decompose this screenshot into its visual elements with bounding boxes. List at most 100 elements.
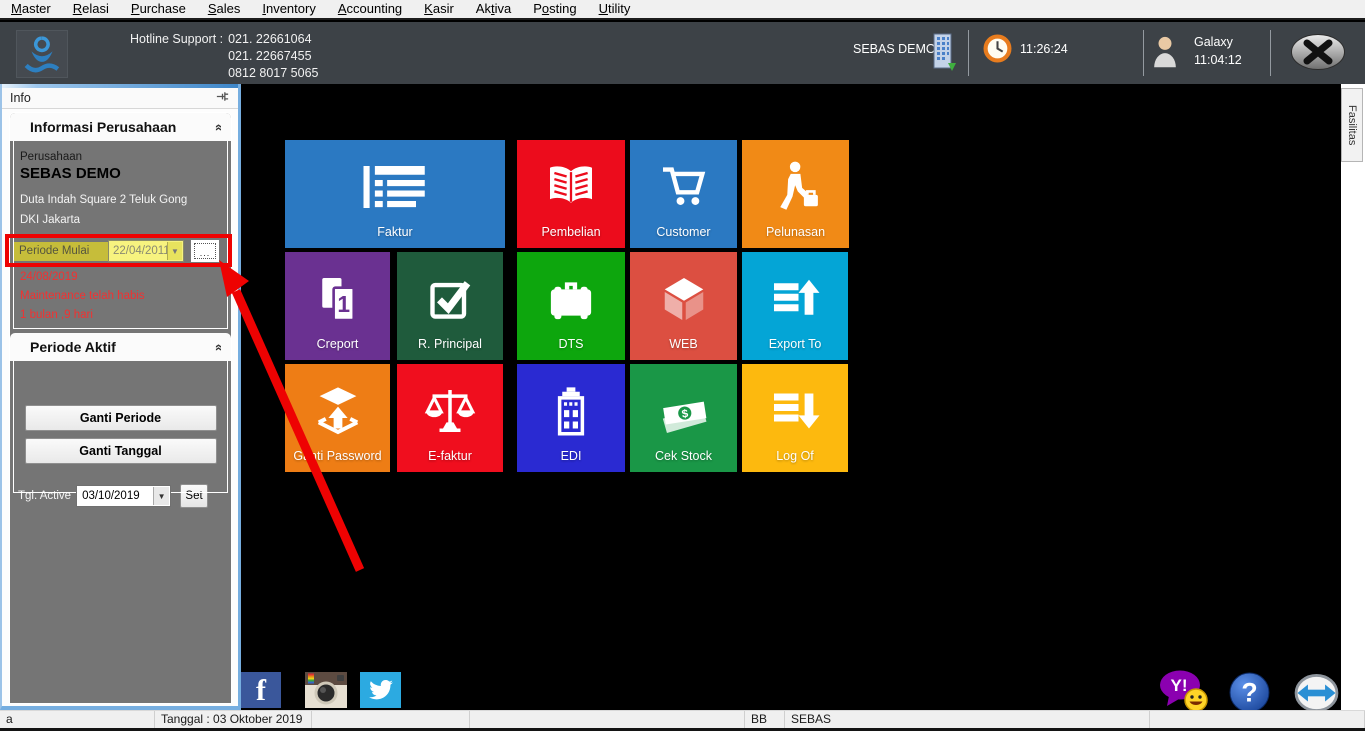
ellipsis-label: ... bbox=[194, 243, 216, 259]
periode-aktif-panel: Periode Aktif » Ganti Periode Ganti Tang… bbox=[10, 333, 231, 508]
tile-label: E-faktur bbox=[428, 449, 472, 472]
tile-customer[interactable]: Customer bbox=[630, 140, 737, 248]
tile-export-to[interactable]: Export To bbox=[742, 252, 848, 360]
periode-browse-button[interactable]: ... bbox=[190, 239, 220, 263]
pin-icon[interactable] bbox=[215, 89, 230, 107]
company-panel-header[interactable]: Informasi Perusahaan » bbox=[10, 113, 231, 141]
tile-web[interactable]: WEB bbox=[630, 252, 737, 360]
user-icon bbox=[1152, 34, 1178, 73]
collapse-chevron-icon[interactable]: » bbox=[210, 123, 225, 130]
periode-panel-frame bbox=[13, 361, 228, 493]
tile-ganti-password[interactable]: Ganti Password bbox=[285, 364, 390, 472]
tile-edi[interactable]: EDI bbox=[517, 364, 625, 472]
chevron-down-icon[interactable]: ▼ bbox=[167, 242, 182, 260]
tile-cek-stock[interactable]: $Cek Stock bbox=[630, 364, 737, 472]
menu-sales[interactable]: Sales bbox=[197, 0, 252, 18]
tile-label: EDI bbox=[561, 449, 582, 472]
header-divider bbox=[1270, 30, 1271, 76]
menu-utility[interactable]: Utility bbox=[588, 0, 642, 18]
collapse-chevron-icon[interactable]: » bbox=[210, 343, 225, 350]
tile-label: Ganti Password bbox=[293, 449, 381, 472]
status-cell bbox=[470, 711, 745, 728]
tile-label: Cek Stock bbox=[655, 449, 712, 472]
shopping-cart-icon bbox=[630, 140, 737, 225]
scales-icon bbox=[397, 364, 503, 449]
export-up-icon bbox=[742, 252, 848, 337]
tile-label: Log Of bbox=[776, 449, 814, 472]
tab-fasilitas[interactable]: Fasilitas bbox=[1341, 88, 1363, 162]
tile-dts[interactable]: DTS bbox=[517, 252, 625, 360]
tile-r-principal[interactable]: R. Principal bbox=[397, 252, 503, 360]
company-name: SEBAS DEMO bbox=[853, 42, 936, 56]
company-panel-title: Informasi Perusahaan bbox=[30, 119, 176, 135]
right-dock-strip: Fasilitas bbox=[1341, 84, 1365, 710]
status-cell: Tanggal : 03 Oktober 2019 bbox=[155, 711, 312, 728]
tile-label: WEB bbox=[669, 337, 697, 360]
tile-label: Export To bbox=[769, 337, 822, 360]
titlebar: Hotline Support : 021. 22661064 021. 226… bbox=[0, 22, 1365, 84]
tile-label: Pembelian bbox=[541, 225, 600, 248]
tile-label: R. Principal bbox=[418, 337, 482, 360]
maintenance-remaining: 1 bulan ,9 hari bbox=[20, 309, 231, 321]
company-info-panel: Informasi Perusahaan » Perusahaan SEBAS … bbox=[9, 112, 232, 704]
menu-master[interactable]: Master bbox=[0, 0, 62, 18]
menu-kasir[interactable]: Kasir bbox=[413, 0, 465, 18]
menu-relasi[interactable]: Relasi bbox=[62, 0, 120, 18]
info-title: Info bbox=[10, 91, 31, 105]
hotline-support: Hotline Support : 021. 22661064 021. 226… bbox=[130, 31, 318, 82]
maintenance-date: 24/08/2019 bbox=[20, 271, 231, 283]
app-window: MasterRelasiPurchaseSalesInventoryAccoun… bbox=[0, 0, 1365, 731]
building-icon bbox=[929, 32, 957, 77]
instagram-icon[interactable] bbox=[305, 672, 347, 708]
logoff-down-icon bbox=[742, 364, 848, 449]
menubar: MasterRelasiPurchaseSalesInventoryAccoun… bbox=[0, 0, 1365, 20]
status-cell bbox=[1150, 711, 1365, 728]
hotline-number: 0812 8017 5065 bbox=[228, 65, 318, 82]
tile-pelunasan[interactable]: Pelunasan bbox=[742, 140, 849, 248]
desktop-area: f bbox=[241, 84, 1341, 710]
menu-aktiva[interactable]: Aktiva bbox=[465, 0, 522, 18]
periode-panel-header[interactable]: Periode Aktif » bbox=[10, 333, 231, 361]
hotline-number: 021. 22661064 bbox=[228, 31, 318, 48]
menu-accounting[interactable]: Accounting bbox=[327, 0, 413, 18]
tile-log-of[interactable]: Log Of bbox=[742, 364, 848, 472]
suitcase-icon bbox=[517, 252, 625, 337]
svg-text:1: 1 bbox=[337, 291, 350, 317]
svg-text:Y!: Y! bbox=[1171, 676, 1188, 695]
maintenance-warning: 24/08/2019 Maintenance telah habis 1 bul… bbox=[10, 271, 231, 328]
tile-pembelian[interactable]: Pembelian bbox=[517, 140, 625, 248]
system-time: 11:26:24 bbox=[1020, 42, 1068, 56]
close-button[interactable] bbox=[1290, 33, 1346, 71]
chevron-down-icon[interactable]: ▼ bbox=[153, 487, 169, 505]
periode-mulai-label: Periode Mulai bbox=[14, 242, 108, 261]
twitter-icon[interactable] bbox=[360, 672, 401, 708]
hotline-label: Hotline Support : bbox=[130, 31, 223, 82]
statusbar: aTanggal : 03 Oktober 2019BBSEBAS bbox=[0, 710, 1365, 728]
menu-purchase[interactable]: Purchase bbox=[120, 0, 197, 18]
menu-inventory[interactable]: Inventory bbox=[251, 0, 327, 18]
tile-label: Customer bbox=[656, 225, 710, 248]
report-pages-icon: 1 bbox=[285, 252, 390, 337]
menu-posting[interactable]: Posting bbox=[522, 0, 587, 18]
tile-creport[interactable]: 1Creport bbox=[285, 252, 390, 360]
tgl-active-value: 03/10/2019 bbox=[82, 490, 140, 502]
tile-label: Faktur bbox=[377, 225, 412, 248]
layers-up-icon bbox=[285, 364, 390, 449]
periode-mulai-row: Periode Mulai 22/04/2011 ▼ ... bbox=[14, 239, 220, 263]
logged-user: Galaxy 11:04:12 bbox=[1194, 33, 1242, 69]
tile-label: Pelunasan bbox=[766, 225, 825, 248]
periode-panel-title: Periode Aktif bbox=[30, 339, 116, 355]
periode-mulai-dropdown[interactable]: 22/04/2011 ▼ bbox=[108, 240, 184, 262]
status-cell: a bbox=[0, 711, 155, 728]
clock-icon bbox=[983, 34, 1012, 68]
header-divider bbox=[968, 30, 969, 76]
banknote-icon: $ bbox=[630, 364, 737, 449]
tgl-active-dropdown[interactable]: 03/10/2019 ▼ bbox=[76, 485, 171, 507]
tile-e-faktur[interactable]: E-faktur bbox=[397, 364, 503, 472]
periode-mulai-value: 22/04/2011 bbox=[113, 245, 170, 257]
person-briefcase-icon bbox=[742, 140, 849, 225]
facebook-icon[interactable]: f bbox=[241, 672, 281, 708]
open-book-icon bbox=[517, 140, 625, 225]
invoice-icon bbox=[285, 140, 505, 225]
tile-faktur[interactable]: Faktur bbox=[285, 140, 505, 248]
